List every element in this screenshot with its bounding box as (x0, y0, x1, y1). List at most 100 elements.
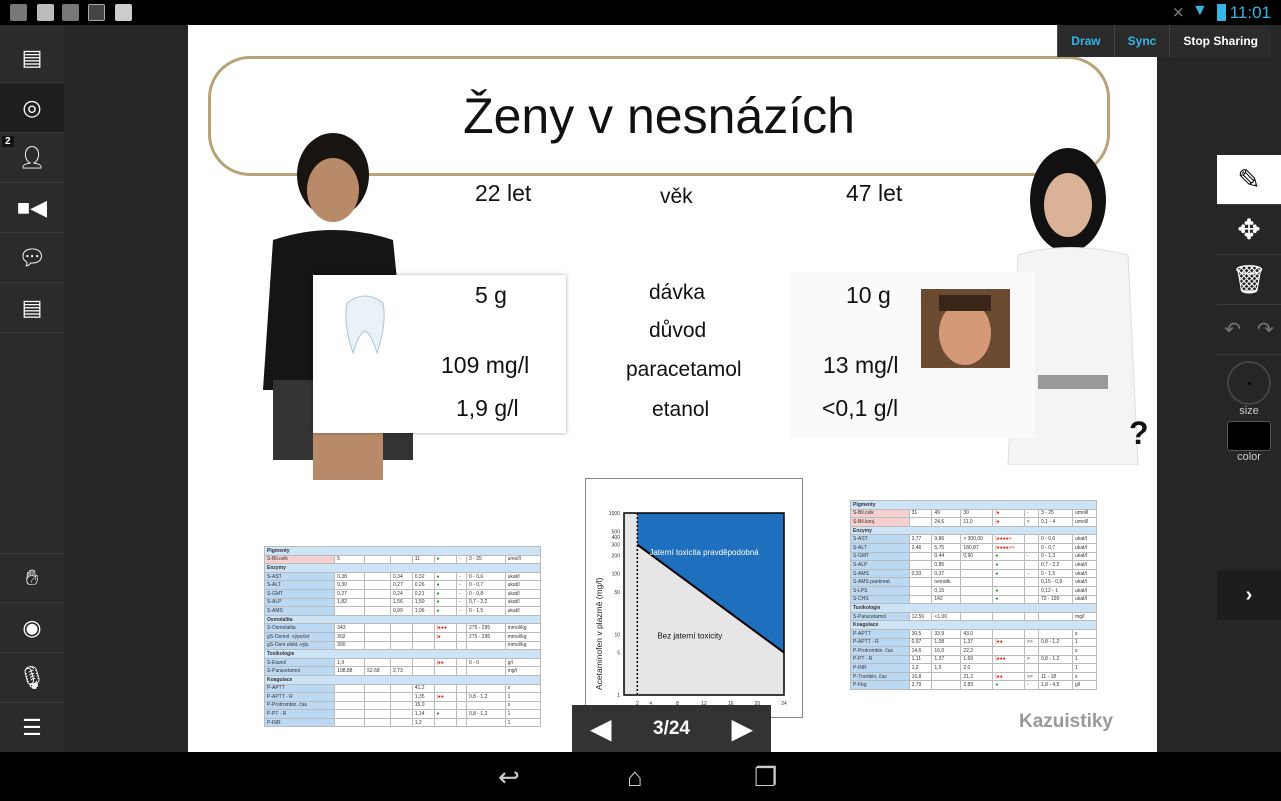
sync-button[interactable]: Sync (1113, 25, 1170, 57)
label-reason: důvod (649, 319, 707, 342)
video-button[interactable]: ■◀ (0, 183, 64, 233)
table-row: Toxikologie (264, 649, 541, 659)
menu-button[interactable]: ☰ (0, 703, 64, 753)
table-cell (456, 631, 468, 642)
table-cell (364, 597, 391, 608)
table-cell: 1,82 (334, 597, 366, 608)
table-cell: |● (433, 631, 458, 642)
table-cell: 0 - 1,3 (1038, 551, 1074, 562)
top-toolbar: Draw Sync Stop Sharing (1057, 25, 1271, 57)
brush-size-picker[interactable] (1227, 361, 1271, 405)
previous-slide-button[interactable]: ◀ (590, 712, 612, 745)
test-name: S-ALT (850, 542, 910, 553)
webcam-button[interactable]: ◉ (0, 603, 64, 653)
table-cell (456, 717, 468, 728)
recent-apps-button[interactable]: ❐ (754, 762, 777, 793)
table-cell (334, 606, 366, 616)
table-cell: 0,32 (411, 571, 435, 582)
raise-hand-button[interactable]: ✋︎ (0, 553, 64, 603)
table-cell: 14,6 (908, 646, 933, 656)
section-header: Pigmenty (264, 546, 541, 556)
table-row: S-Paracetamol 12,50 <1,00 mg/l (850, 611, 1097, 622)
notes-button[interactable]: ▤ (0, 283, 64, 333)
table-cell: umol/l (1072, 517, 1097, 527)
table-row: S-GMT 0,27 0,24 0,21 ● -0 - 0,8 ukat/l (263, 588, 542, 599)
table-row: P-PT - R 1,11 1,37 1,69 |●●● >0,8 - 1,2 1 (850, 654, 1097, 665)
table-cell: neindik. (931, 577, 962, 587)
person-icon: 👤︎ (18, 144, 46, 170)
table-cell (334, 717, 366, 728)
table-cell: 0,1 - 4 (1038, 517, 1074, 527)
table-cell: ukat/l (1072, 585, 1097, 596)
table-cell: s (1072, 628, 1097, 639)
table-row: Koagulace (850, 620, 1097, 630)
section-header: Enzymy (850, 525, 1097, 536)
table-cell: 12,50 (908, 611, 933, 622)
table-cell: 1 (1072, 637, 1097, 648)
home-button[interactable]: ⌂ (627, 762, 643, 793)
webcam-icon: ◉ (22, 614, 42, 640)
layout-button[interactable]: ▤ (0, 33, 64, 83)
table-cell: 302 (334, 631, 366, 642)
table-cell (960, 585, 994, 596)
move-tool-button[interactable]: ✥ (1217, 205, 1281, 255)
table-cell: s (504, 683, 542, 694)
test-name: S-ALT (263, 580, 336, 590)
next-slide-button[interactable]: ▶ (731, 712, 753, 745)
table-cell (456, 623, 468, 633)
y-tick-label: 400 (612, 535, 621, 541)
table-cell (364, 717, 391, 728)
color-picker[interactable] (1227, 421, 1271, 451)
notes-icon: ▤ (21, 294, 43, 320)
pen-tool-button[interactable]: ✎ (1217, 155, 1281, 205)
table-cell: 5,75 (931, 542, 962, 553)
android-nav-bar: ↩ ⌂ ❐ (0, 752, 1281, 801)
table-cell: 24,6 (931, 517, 962, 527)
table-cell: 43,0 (960, 628, 994, 639)
right-lab-table: Pigmenty S-Bil.celk 31 49 30 |● -3 - 25 umol/l S… (850, 500, 1097, 691)
table-cell (456, 709, 468, 719)
table-cell (1023, 542, 1040, 553)
table-cell: 1,69 (960, 654, 994, 665)
stop-sharing-button[interactable]: Stop Sharing (1169, 25, 1271, 57)
collapse-toolbar-button[interactable]: › (1217, 570, 1281, 620)
broadcast-button[interactable]: ◎ (0, 83, 64, 133)
table-cell: 0,8 - 1,2 (1038, 654, 1074, 665)
pencil-icon: ✎ (1237, 164, 1261, 195)
table-cell (456, 666, 468, 676)
table-row: S-Etanol 1,9 |●● 0 - 0 g/l (263, 657, 542, 668)
table-cell (931, 680, 962, 691)
table-cell: - (1023, 508, 1040, 519)
table-cell (1023, 611, 1040, 622)
table-row: gS-Osm.elekt.-výp. 300 mmol/kg (263, 640, 542, 651)
redo-icon[interactable]: ↷ (1257, 317, 1274, 342)
back-button[interactable]: ↩ (498, 762, 520, 793)
table-cell: umol/l (504, 554, 542, 565)
table-cell: 1,08 (931, 637, 962, 648)
table-cell: 30,5 (908, 628, 933, 639)
microphone-button[interactable]: 🎙︎ (0, 653, 64, 703)
table-row: Toxikologie (850, 603, 1097, 613)
undo-icon[interactable]: ↶ (1224, 317, 1241, 342)
delete-button[interactable]: 🗑︎ (1217, 255, 1281, 305)
test-name: S-AST (850, 534, 910, 544)
test-name: S-Etanol (263, 657, 336, 668)
participants-button[interactable]: 2 👤︎ (0, 133, 64, 183)
table-cell: ● (433, 588, 458, 599)
table-cell: 3,77 (908, 534, 933, 544)
draw-button[interactable]: Draw (1057, 25, 1113, 57)
table-cell: 1,50 (411, 597, 435, 608)
y-tick-label: 200 (612, 553, 621, 559)
test-name: S-Osmolalita (263, 623, 336, 633)
section-header: Koagulace (850, 620, 1097, 630)
clock: 11:01 (1229, 3, 1271, 22)
table-cell (364, 571, 391, 582)
chat-button[interactable]: 💬︎ (0, 233, 64, 283)
table-cell (1023, 628, 1040, 639)
table-cell: 30 (960, 508, 994, 519)
table-cell (334, 709, 366, 719)
table-row: gS-Osmol. výpočet 302 |● 275 - 295 mmol/kg (263, 631, 542, 642)
table-cell: 1 (504, 692, 542, 702)
table-cell (433, 666, 458, 676)
table-cell: - (1023, 568, 1040, 579)
